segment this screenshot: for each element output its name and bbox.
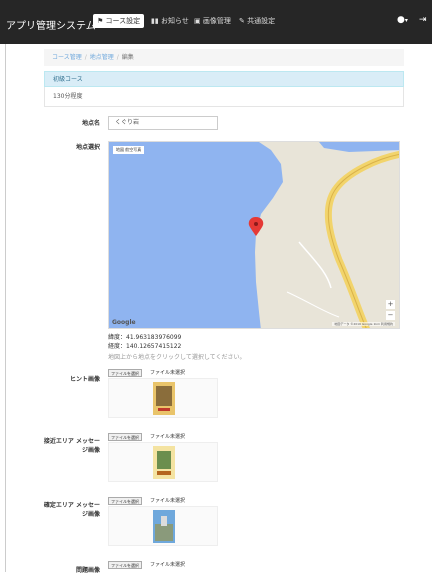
longitude-readout: 経度：140.12657415122: [108, 343, 182, 350]
map-help-text: 地図上から地点をクリックして選択してください。: [108, 354, 246, 361]
question-image-file-button[interactable]: ファイルを選択: [108, 561, 142, 569]
confirm-area-thumbnail: [153, 510, 175, 543]
course-panel-heading: 初級コース: [44, 71, 404, 87]
hint-image-label: ヒント画像: [69, 376, 100, 383]
breadcrumb-separator: /: [116, 54, 119, 61]
confirm-area-file-button[interactable]: ファイルを選択: [108, 497, 142, 505]
breadcrumb-current: 編集: [121, 54, 134, 61]
nav-image-management[interactable]: ▣ 画像管理: [194, 16, 231, 26]
spot-name-label: 地点名: [81, 120, 100, 127]
user-icon: ●: [397, 15, 405, 25]
map-attribution: 地図データ ©2016 Google 1km 利用規約: [332, 322, 395, 326]
zoom-in-button[interactable]: +: [386, 300, 395, 309]
nav-course-settings[interactable]: ⚑ コース設定: [93, 14, 145, 28]
question-image-file-status: ファイル未選択: [150, 562, 186, 568]
list-icon: ▮▮: [151, 17, 159, 25]
map-type-map[interactable]: 地図: [116, 147, 124, 152]
approach-area-file-status: ファイル未選択: [150, 434, 186, 440]
map-type-satellite[interactable]: 航空写真: [125, 147, 141, 152]
wrench-icon: ✎: [239, 17, 245, 25]
nav-course-settings-label: コース設定: [105, 17, 141, 25]
chevron-down-icon: ▾: [404, 17, 408, 24]
nav-common-settings[interactable]: ✎ 共通設定: [239, 16, 275, 26]
hint-image-file-status: ファイル未選択: [150, 370, 186, 376]
nav-common-settings-label: 共通設定: [247, 17, 276, 25]
confirm-area-file-status: ファイル未選択: [150, 498, 186, 504]
location-label: 地点選択: [75, 144, 100, 151]
confirm-area-image-label: 確定エリア メッセージ画像: [43, 502, 100, 518]
nav-news[interactable]: ▮▮ お知らせ: [151, 16, 189, 26]
user-menu[interactable]: ●▾: [397, 15, 408, 25]
latitude-readout: 緯度：41.963183976099: [108, 334, 182, 341]
approach-area-image-label: 接近エリア メッセージ画像: [43, 438, 100, 454]
land-area: [255, 142, 399, 328]
breadcrumb-spot-management[interactable]: 地点管理: [90, 54, 114, 61]
google-logo: Google: [112, 319, 136, 326]
hint-image-file-button[interactable]: ファイルを選択: [108, 369, 142, 377]
flag-icon: ⚑: [97, 17, 104, 25]
hint-image-thumbnail: [153, 382, 175, 415]
course-panel-body: 130分程度: [44, 87, 404, 107]
nav-news-label: お知らせ: [160, 17, 189, 25]
question-image-label: 問題画像: [75, 567, 100, 574]
map-type-control[interactable]: 地図 航空写真: [113, 146, 145, 154]
breadcrumb-separator: /: [84, 54, 87, 61]
top-navbar: アプリ管理システム ⚑ コース設定 ▮▮ お知らせ ▣ 画像管理 ✎ 共通設定 …: [0, 0, 432, 44]
hint-image-preview: [108, 378, 218, 418]
location-map[interactable]: 地図 航空写真 + − Google 地図データ ©2016 Google 1k…: [108, 141, 400, 329]
spot-name-input[interactable]: くぐり岩: [108, 116, 218, 130]
breadcrumb-course-management[interactable]: コース管理: [52, 54, 82, 61]
image-icon: ▣: [194, 17, 201, 25]
map-canvas: [248, 142, 399, 328]
confirm-area-image-preview: [108, 506, 218, 546]
breadcrumb: コース管理 / 地点管理 / 編集: [44, 49, 404, 66]
approach-area-file-button[interactable]: ファイルを選択: [108, 433, 142, 441]
content-border: [5, 44, 6, 572]
logout-icon[interactable]: ⇥: [419, 15, 427, 25]
zoom-out-button[interactable]: −: [386, 311, 395, 320]
approach-area-image-preview: [108, 442, 218, 482]
approach-area-thumbnail: [153, 446, 175, 479]
app-brand[interactable]: アプリ管理システム: [6, 17, 96, 32]
nav-image-management-label: 画像管理: [202, 17, 231, 25]
